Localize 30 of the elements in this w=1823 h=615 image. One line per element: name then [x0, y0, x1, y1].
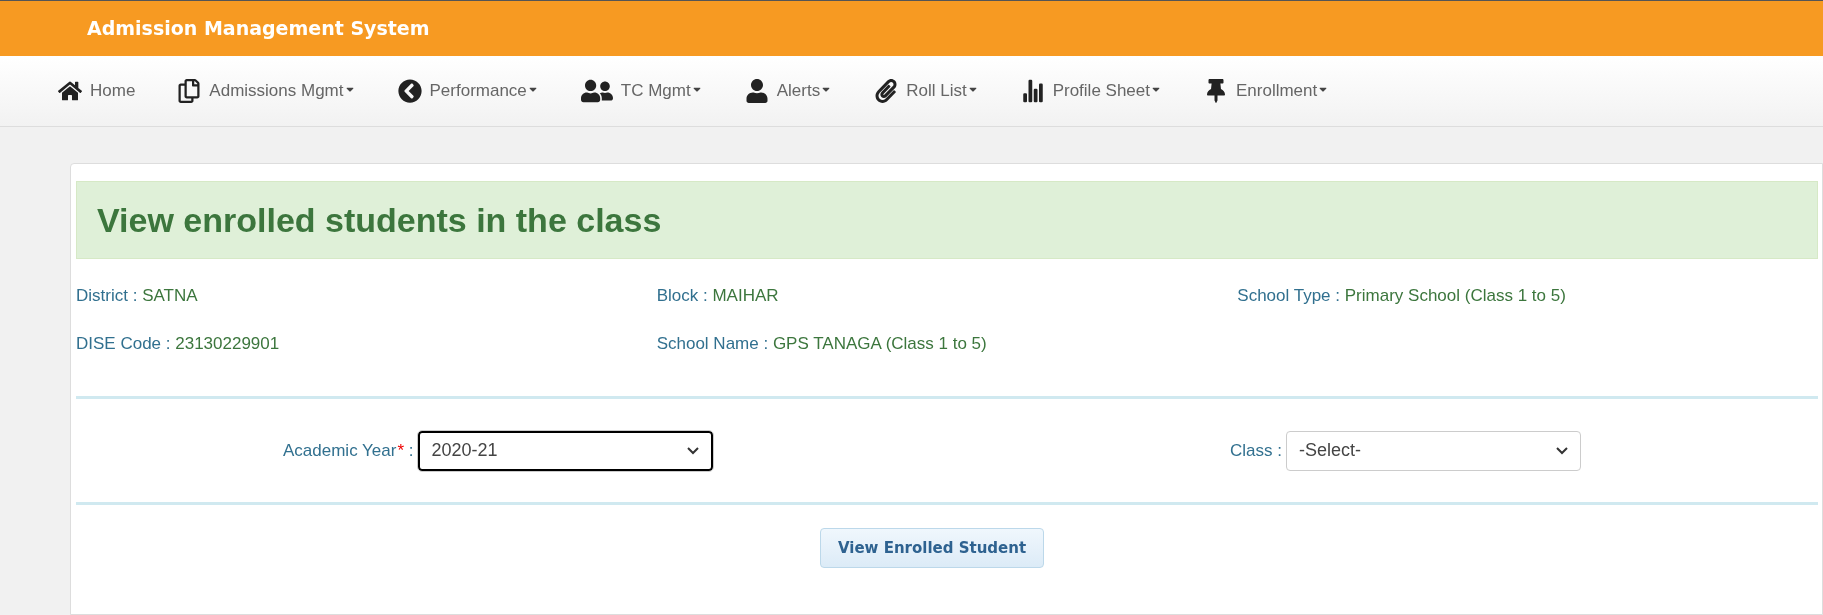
info-field: DISE Code : 23130229901	[76, 333, 280, 353]
page-title: View enrolled students in the class	[97, 199, 662, 241]
field-label: Class :	[1230, 439, 1282, 462]
nav-item[interactable]: TC Mgmt	[580, 77, 703, 105]
nav-item[interactable]: Roll List	[874, 78, 979, 104]
bar-chart-icon	[1020, 79, 1045, 103]
chevron-icon	[1556, 446, 1568, 455]
home-icon	[58, 79, 82, 103]
pushpin-icon	[1204, 79, 1228, 103]
circle-arrow-icon	[397, 79, 422, 103]
select-field[interactable]: 2020-21	[417, 430, 713, 471]
view-enrolled-button[interactable]: View Enrolled Student	[819, 528, 1045, 568]
chevron-icon	[686, 446, 699, 455]
paperclip-icon	[874, 79, 899, 103]
app-title: Admission Management System	[87, 16, 430, 42]
info-field: School Type : Primary School (Class 1 to 5)	[1237, 286, 1566, 305]
nav-item[interactable]: Admissions Mgmt	[177, 78, 356, 104]
info-field: Block : MAIHAR	[656, 286, 779, 305]
people-icon	[580, 77, 613, 105]
documents-icon	[177, 79, 202, 103]
nav-item[interactable]: Alerts	[744, 78, 833, 104]
field-label: Academic Year* :	[283, 439, 414, 462]
select-field[interactable]: -Select-	[1286, 430, 1581, 471]
nav-item[interactable]: Performance	[397, 78, 539, 104]
info-field: School Name : GPS TANAGA (Class 1 to 5)	[656, 333, 987, 353]
nav-item[interactable]: Enrollment	[1204, 78, 1330, 104]
person-icon	[744, 79, 769, 103]
info-field: District : SATNA	[76, 286, 198, 305]
nav-item[interactable]: Profile Sheet	[1020, 78, 1162, 104]
nav-item[interactable]: Home	[58, 78, 136, 104]
